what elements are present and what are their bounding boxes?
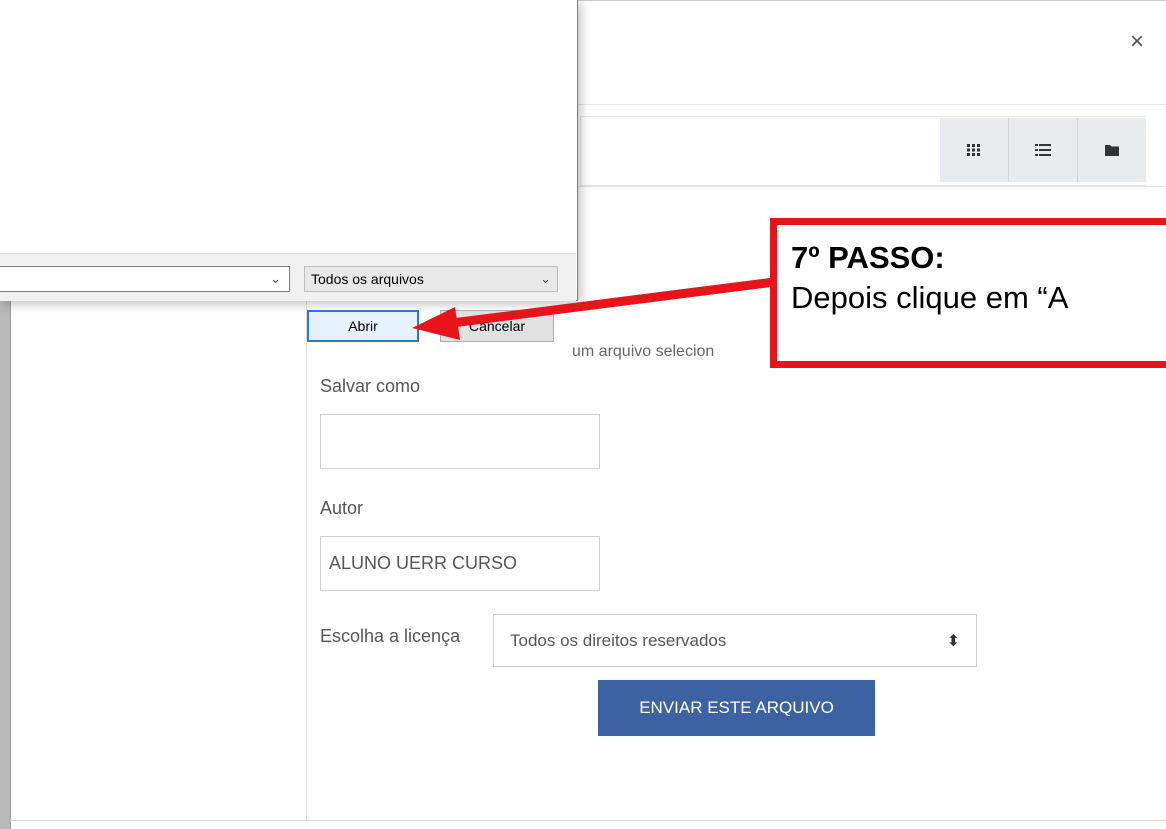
step-callout: 7º PASSO: Depois clique em “A — [770, 218, 1166, 368]
step-instruction: Depois clique em “A — [791, 280, 1069, 315]
open-button[interactable]: Abrir — [307, 310, 419, 342]
license-label: Escolha a licença — [320, 626, 461, 646]
submit-file-button[interactable]: ENVIAR ESTE ARQUIVO — [598, 680, 875, 736]
view-mode-buttons — [940, 118, 1146, 182]
chevron-down-icon[interactable]: ⌄ — [540, 271, 551, 287]
file-status-text: um arquivo selecion — [572, 343, 715, 360]
sort-arrows-icon: ⬍ — [946, 632, 960, 650]
modal-bottom-border — [10, 820, 1166, 821]
file-type-filter[interactable]: Todos os arquivos ⌄ — [304, 266, 558, 292]
author-label: Autor — [320, 498, 364, 518]
license-select[interactable]: Todos os direitos reservados ⬍ — [493, 614, 977, 667]
license-select-value: Todos os direitos reservados — [510, 630, 727, 650]
list-icon — [1035, 144, 1051, 156]
filename-combobox[interactable]: ⌄ — [0, 266, 290, 292]
folder-icon — [1105, 145, 1119, 156]
chevron-down-icon[interactable]: ⌄ — [270, 271, 281, 287]
folder-view-button[interactable] — [1077, 118, 1146, 182]
save-as-input[interactable] — [320, 414, 600, 469]
file-type-filter-value: Todos os arquivos — [311, 271, 424, 287]
grid-view-button[interactable] — [940, 118, 1008, 182]
cancel-button[interactable]: Cancelar — [440, 310, 554, 342]
author-input[interactable] — [320, 536, 600, 591]
close-icon[interactable]: × — [1130, 30, 1144, 54]
save-as-label: Salvar como — [320, 376, 421, 396]
step-title: 7º PASSO: — [791, 240, 945, 275]
list-view-button[interactable] — [1008, 118, 1077, 182]
grid-icon — [967, 144, 980, 156]
